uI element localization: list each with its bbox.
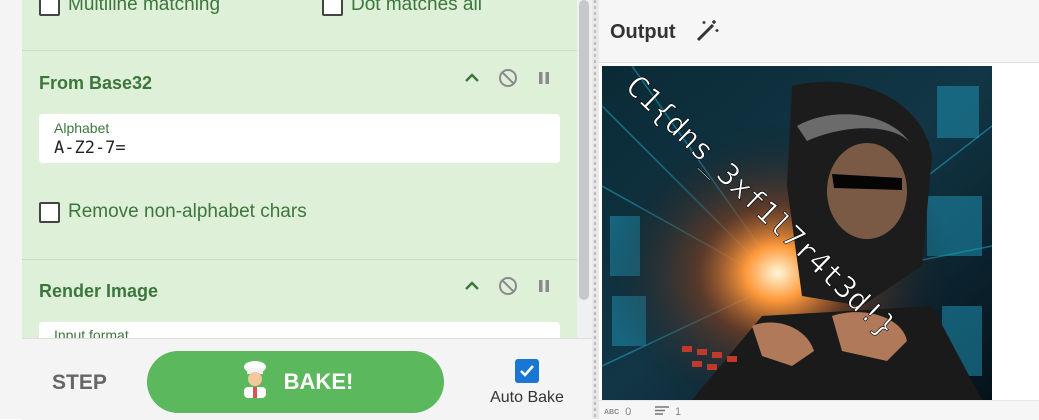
bake-label: BAKE! [283,369,354,394]
rendered-output-image: C1{dns_3xf1l7r4t3d!} [602,66,992,400]
autobake-toggle[interactable]: Auto Bake [482,359,572,407]
collapse-chevron-up-icon[interactable] [461,67,483,89]
output-header: Output [599,0,1039,63]
length-stat: ABC 0 [604,406,631,418]
chef-icon [238,360,272,404]
magic-wand-icon[interactable] [694,18,720,49]
multiline-label: Multiline matching [68,0,221,15]
dotall-checkbox[interactable] [322,0,343,16]
input-format-label: Input format [54,327,129,338]
alphabet-input[interactable]: A-Z2-7= [54,138,126,158]
from-base32-operation: From Base32 Alphabet A-Z2-7= Remove non-… [22,51,577,259]
output-title: Output [610,21,676,43]
check-icon [520,365,534,377]
output-status-bar: ABC 0 1 [599,400,1039,420]
recipe-list: Multiline matching Dot matches all From … [22,0,577,338]
input-format-field[interactable]: Input format [39,322,560,338]
remove-nonalphabet-label: Remove non-alphabet chars [68,201,307,222]
render-image-controls [461,275,555,297]
recipe-scrollbar-thumb[interactable] [579,0,589,300]
multiline-option[interactable]: Multiline matching [39,0,220,16]
pane-resizer-dots [594,0,596,419]
autobake-label: Auto Bake [490,389,564,406]
render-image-operation: Render Image Input format [22,260,577,338]
abc-icon: ABC [604,408,620,416]
collapse-chevron-up-icon[interactable] [461,275,483,297]
remove-nonalphabet-checkbox[interactable] [39,201,60,223]
remove-nonalphabet-option[interactable]: Remove non-alphabet chars [39,201,307,223]
breakpoint-pause-icon[interactable] [533,275,555,297]
dotall-label: Dot matches all [351,0,482,15]
controls-bar: STEP BAKE! Auto Bake [22,338,592,420]
lines-icon [655,406,669,418]
from-base32-title: From Base32 [39,73,153,93]
from-base32-controls [461,67,555,89]
step-button[interactable]: STEP [52,371,107,395]
breakpoint-pause-icon[interactable] [533,67,555,89]
output-pane: Output C1{dns_3xf1l7r4t3d!} ABC 0 1 [599,0,1039,420]
alphabet-label: Alphabet [54,120,110,136]
lines-value: 1 [675,406,682,418]
length-value: 0 [625,406,632,418]
disable-icon[interactable] [497,275,519,297]
render-image-title: Render Image [39,281,159,301]
bake-button[interactable]: BAKE! [147,351,444,413]
lines-stat: 1 [655,406,681,418]
multiline-checkbox[interactable] [39,0,60,16]
dotall-option[interactable]: Dot matches all [322,0,482,16]
autobake-checkbox[interactable] [515,359,539,383]
disable-icon[interactable] [497,67,519,89]
alphabet-field[interactable]: Alphabet A-Z2-7= [39,114,560,163]
